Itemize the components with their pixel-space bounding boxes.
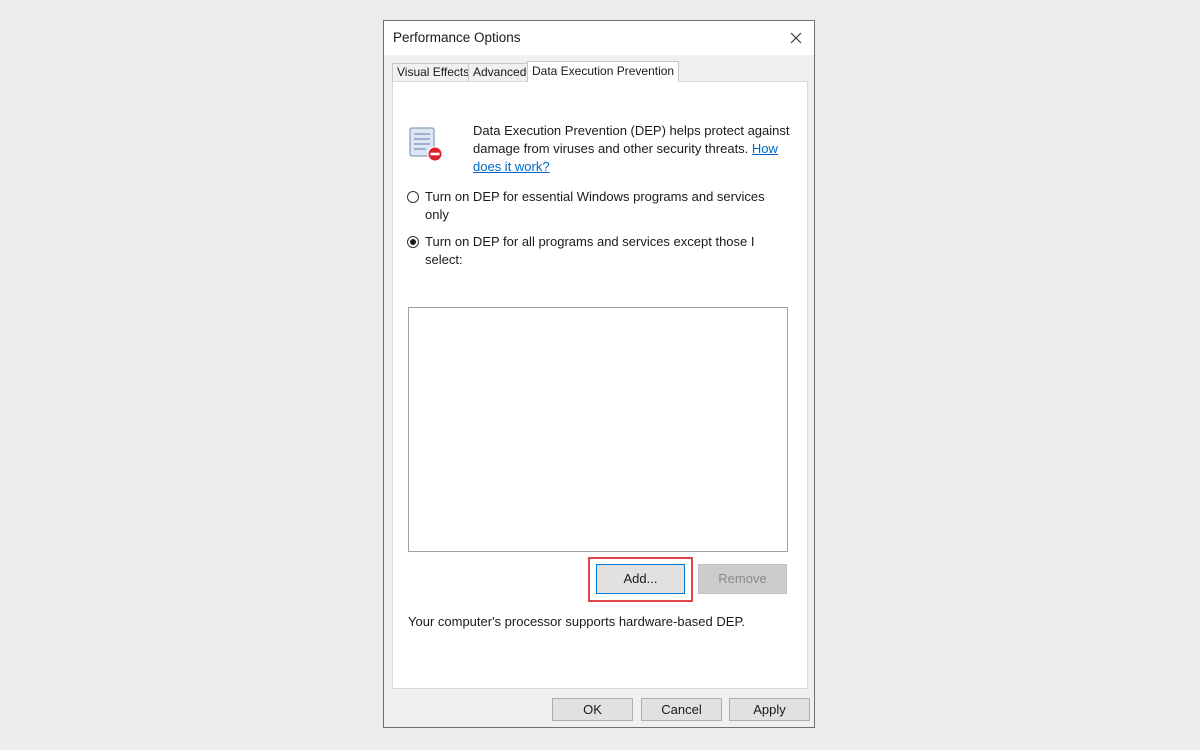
dep-description: Data Execution Prevention (DEP) helps pr… <box>473 122 793 176</box>
tab-visual-effects[interactable]: Visual Effects <box>392 63 475 81</box>
dep-tab-panel: Data Execution Prevention (DEP) helps pr… <box>392 81 808 689</box>
close-icon <box>790 32 802 44</box>
dep-description-text: Data Execution Prevention (DEP) helps pr… <box>473 123 790 156</box>
program-exception-list[interactable] <box>408 307 788 552</box>
dep-shield-icon <box>409 127 443 162</box>
close-button[interactable] <box>778 21 814 55</box>
dep-option-all-programs[interactable]: Turn on DEP for all programs and service… <box>407 233 787 269</box>
radio-all-programs-label[interactable]: Turn on DEP for all programs and service… <box>425 233 775 269</box>
performance-options-window: Performance Options Visual Effects Advan… <box>383 20 815 728</box>
radio-essential[interactable] <box>407 191 419 203</box>
title-bar: Performance Options <box>384 21 814 55</box>
tab-data-execution-prevention[interactable]: Data Execution Prevention <box>527 61 680 82</box>
window-title: Performance Options <box>393 30 521 45</box>
dep-option-essential[interactable]: Turn on DEP for essential Windows progra… <box>407 188 787 224</box>
radio-essential-label[interactable]: Turn on DEP for essential Windows progra… <box>425 188 775 224</box>
ok-button[interactable]: OK <box>552 698 633 721</box>
dep-hardware-status: Your computer's processor supports hardw… <box>408 614 746 629</box>
radio-all-programs[interactable] <box>407 236 419 248</box>
remove-button[interactable]: Remove <box>698 564 787 594</box>
apply-button[interactable]: Apply <box>729 698 810 721</box>
cancel-button[interactable]: Cancel <box>641 698 722 721</box>
add-button[interactable]: Add... <box>596 564 685 594</box>
tab-advanced[interactable]: Advanced <box>468 63 532 81</box>
